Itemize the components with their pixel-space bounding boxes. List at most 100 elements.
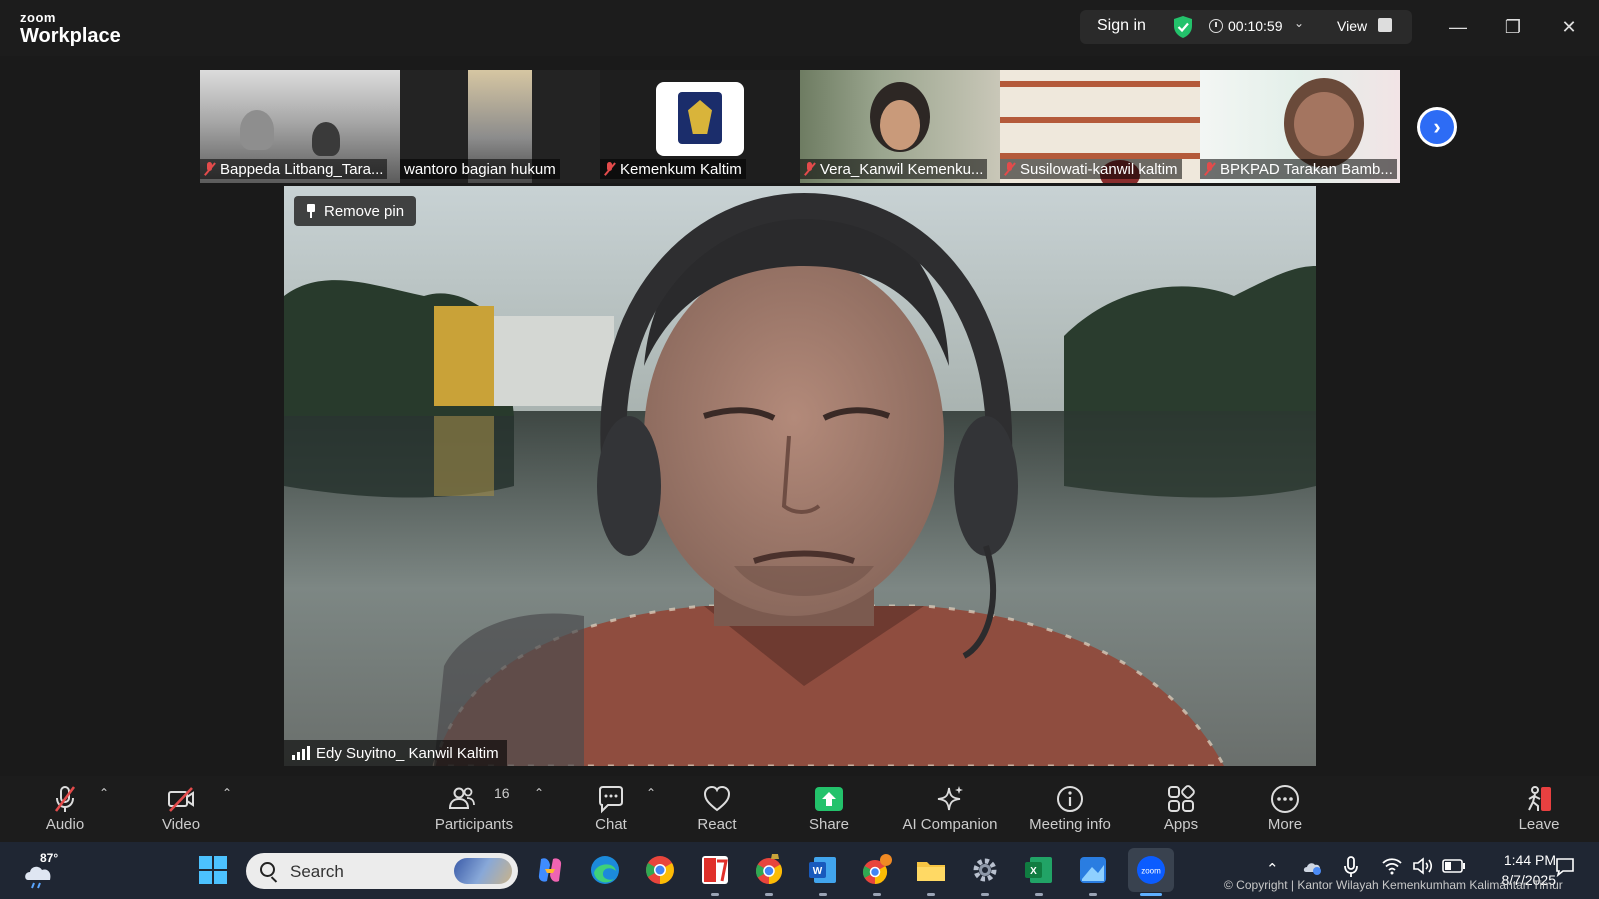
- participant-tile[interactable]: Vera_Kanwil Kemenku...: [800, 70, 1000, 183]
- chat-label: Chat: [595, 816, 627, 833]
- remove-pin-label: Remove pin: [324, 202, 405, 220]
- chat-icon: [599, 786, 623, 814]
- shield-check-icon[interactable]: [1172, 15, 1194, 39]
- running-indicator: [1035, 893, 1043, 896]
- windows-start-icon[interactable]: [196, 853, 230, 887]
- word-icon[interactable]: W: [806, 853, 840, 887]
- participant-name: Vera_Kanwil Kemenku...: [800, 159, 988, 179]
- svg-text:X: X: [1030, 866, 1037, 877]
- close-icon[interactable]: ✕: [1554, 12, 1584, 42]
- participants-count: 16: [494, 785, 510, 801]
- watermark-text: © Copyright | Kantor Wilayah Kemenkumham…: [1224, 878, 1563, 892]
- minimize-icon[interactable]: —: [1443, 12, 1473, 42]
- participant-tile[interactable]: BPKPAD Tarakan Bamb...: [1200, 70, 1400, 183]
- meeting-timer[interactable]: 00:10:59: [1228, 18, 1283, 34]
- mic-muted-icon: [1204, 162, 1216, 176]
- participant-name: Bappeda Litbang_Tara...: [200, 159, 388, 179]
- audio-button[interactable]: Audio: [34, 776, 96, 842]
- chevron-down-icon[interactable]: ⌄: [1294, 16, 1304, 30]
- copilot-icon[interactable]: [533, 853, 567, 887]
- brand-top: zoom: [20, 10, 56, 25]
- zoom-app-icon: zoom: [1137, 856, 1165, 884]
- next-page-button[interactable]: ›: [1417, 107, 1457, 147]
- notification-bell-icon[interactable]: [1554, 856, 1576, 878]
- restore-icon[interactable]: ❐: [1498, 12, 1528, 42]
- running-indicator: [981, 893, 989, 896]
- file-explorer-icon[interactable]: [914, 853, 948, 887]
- tray-overflow-chevron-icon[interactable]: ⌃: [1266, 860, 1279, 878]
- leave-label: Leave: [1518, 816, 1560, 833]
- more-label: More: [1267, 816, 1303, 833]
- search-highlight-image: [454, 858, 512, 884]
- zoom-taskbar-button[interactable]: zoom: [1128, 848, 1174, 892]
- onedrive-cloud-icon[interactable]: [1302, 856, 1324, 878]
- video-off-icon: [168, 787, 194, 812]
- signal-strength-icon: [292, 746, 310, 760]
- speaker-video-frame: [284, 186, 1316, 766]
- edge-browser-icon[interactable]: [588, 853, 622, 887]
- brand-bottom: Workplace: [20, 25, 121, 47]
- mic-muted-icon: [1004, 162, 1016, 176]
- participant-name: wantoro bagian hukum: [400, 159, 560, 179]
- participant-name: BPKPAD Tarakan Bamb...: [1200, 159, 1397, 179]
- leave-icon: [1528, 786, 1551, 811]
- share-screen-icon: [815, 787, 843, 811]
- meeting-info-label: Meeting info: [1029, 816, 1111, 833]
- settings-gear-icon[interactable]: [968, 853, 1002, 887]
- video-button[interactable]: Video: [150, 776, 212, 842]
- audio-options-caret[interactable]: ⌃: [99, 786, 109, 800]
- share-button[interactable]: Share: [798, 776, 860, 842]
- active-speaker-video[interactable]: Remove pin Edy Suyitno_ Kanwil Kaltim: [284, 186, 1316, 766]
- participant-tile[interactable]: Bappeda Litbang_Tara...: [200, 70, 400, 183]
- chat-options-caret[interactable]: ⌃: [646, 786, 656, 800]
- chrome-profile-2-icon[interactable]: [860, 853, 894, 887]
- chat-button[interactable]: Chat: [580, 776, 642, 842]
- react-button[interactable]: React: [686, 776, 748, 842]
- share-label: Share: [808, 816, 850, 833]
- running-indicator: [873, 893, 881, 896]
- running-indicator: [819, 893, 827, 896]
- clock-icon: [1209, 19, 1223, 33]
- audio-label: Audio: [45, 816, 85, 833]
- apps-button[interactable]: Apps: [1150, 776, 1212, 842]
- ai-companion-button[interactable]: AI Companion: [894, 776, 1006, 842]
- more-button[interactable]: More: [1254, 776, 1316, 842]
- mic-muted-icon: [204, 162, 216, 176]
- svg-text:zoom: zoom: [1141, 867, 1161, 876]
- remove-pin-button[interactable]: Remove pin: [294, 196, 417, 226]
- people-icon: [448, 787, 475, 809]
- excel-icon[interactable]: X: [1022, 853, 1056, 887]
- participant-tile[interactable]: Kemenkum Kaltim: [600, 70, 800, 183]
- view-button[interactable]: View: [1337, 18, 1367, 34]
- volume-icon[interactable]: [1412, 856, 1434, 876]
- participant-tile[interactable]: Susilowati-kanwil kaltim: [1000, 70, 1200, 183]
- wifi-icon[interactable]: [1381, 856, 1403, 876]
- mic-muted-icon: [54, 786, 76, 812]
- chrome-browser-icon[interactable]: [643, 853, 677, 887]
- running-indicator: [927, 893, 935, 896]
- leave-button[interactable]: Leave: [1508, 776, 1570, 842]
- photos-app-icon[interactable]: [1076, 853, 1110, 887]
- title-bar: zoom Workplace Sign in 00:10:59 ⌄ View —…: [0, 0, 1599, 56]
- meeting-toolbar: Audio ⌃ Video ⌃ Participants 16 ⌃ Chat ⌃: [0, 776, 1599, 842]
- more-dots-icon: [1271, 785, 1299, 813]
- microphone-icon[interactable]: [1343, 855, 1359, 879]
- participant-tile[interactable]: wantoro bagian hukum: [400, 70, 600, 183]
- battery-icon[interactable]: [1442, 858, 1466, 874]
- participants-options-caret[interactable]: ⌃: [534, 786, 544, 800]
- apps-icon: [1168, 785, 1195, 812]
- chrome-profile-icon[interactable]: [752, 853, 786, 887]
- running-indicator: [711, 893, 719, 896]
- mic-muted-icon: [604, 162, 616, 176]
- running-indicator: [1089, 893, 1097, 896]
- meeting-info-button[interactable]: Meeting info: [1022, 776, 1118, 842]
- speaker-name-label: Edy Suyitno_ Kanwil Kaltim: [284, 740, 507, 766]
- grid-view-icon[interactable]: [1378, 18, 1392, 32]
- office-app-icon[interactable]: [698, 853, 732, 887]
- kemenkum-logo-icon: [656, 82, 744, 156]
- sign-in-button[interactable]: Sign in: [1097, 17, 1146, 35]
- apps-label: Apps: [1163, 816, 1199, 833]
- heart-icon: [703, 785, 731, 812]
- video-options-caret[interactable]: ⌃: [222, 786, 232, 800]
- taskbar-search-input[interactable]: Search: [246, 853, 518, 889]
